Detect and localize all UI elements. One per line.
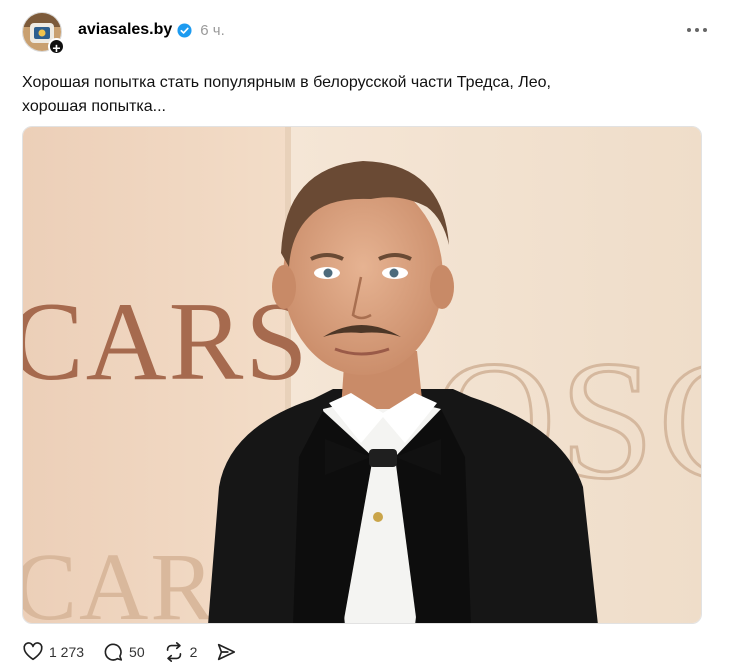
post-caption: Хорошая попытка стать популярным в белор…: [22, 71, 712, 119]
repost-icon: [166, 642, 181, 662]
more-options-icon[interactable]: [684, 20, 710, 40]
share-button[interactable]: [215, 641, 237, 663]
verified-check-icon: [177, 22, 192, 38]
author-username[interactable]: aviasales.by: [78, 21, 172, 39]
caption-line: хорошая попытка...: [22, 98, 166, 115]
reply-count: 50: [129, 644, 145, 660]
author-meta: aviasales.by 6 ч.: [78, 21, 225, 39]
heart-icon: [23, 642, 43, 661]
post-actions: 1 273 50 2: [22, 640, 255, 664]
like-button[interactable]: 1 273: [22, 641, 84, 663]
post-timestamp[interactable]: 6 ч.: [200, 22, 225, 39]
like-count: 1 273: [49, 644, 85, 660]
author-avatar[interactable]: +: [22, 12, 65, 56]
thread-post: + aviasales.by 6 ч. Хорошая попытка стат…: [0, 0, 732, 669]
caption-line: Хорошая попытка стать популярным в белор…: [22, 74, 551, 91]
backdrop-text-left-top: CARS: [23, 280, 310, 404]
repost-button[interactable]: 2: [163, 641, 198, 663]
post-header: + aviasales.by 6 ч.: [22, 12, 712, 56]
post-image[interactable]: CARS CARS OSC: [22, 126, 702, 624]
follow-plus-icon[interactable]: +: [48, 38, 65, 56]
reply-button[interactable]: 50: [102, 641, 145, 663]
repost-count: 2: [189, 644, 198, 660]
send-icon: [218, 643, 236, 661]
comment-icon: [104, 643, 123, 661]
